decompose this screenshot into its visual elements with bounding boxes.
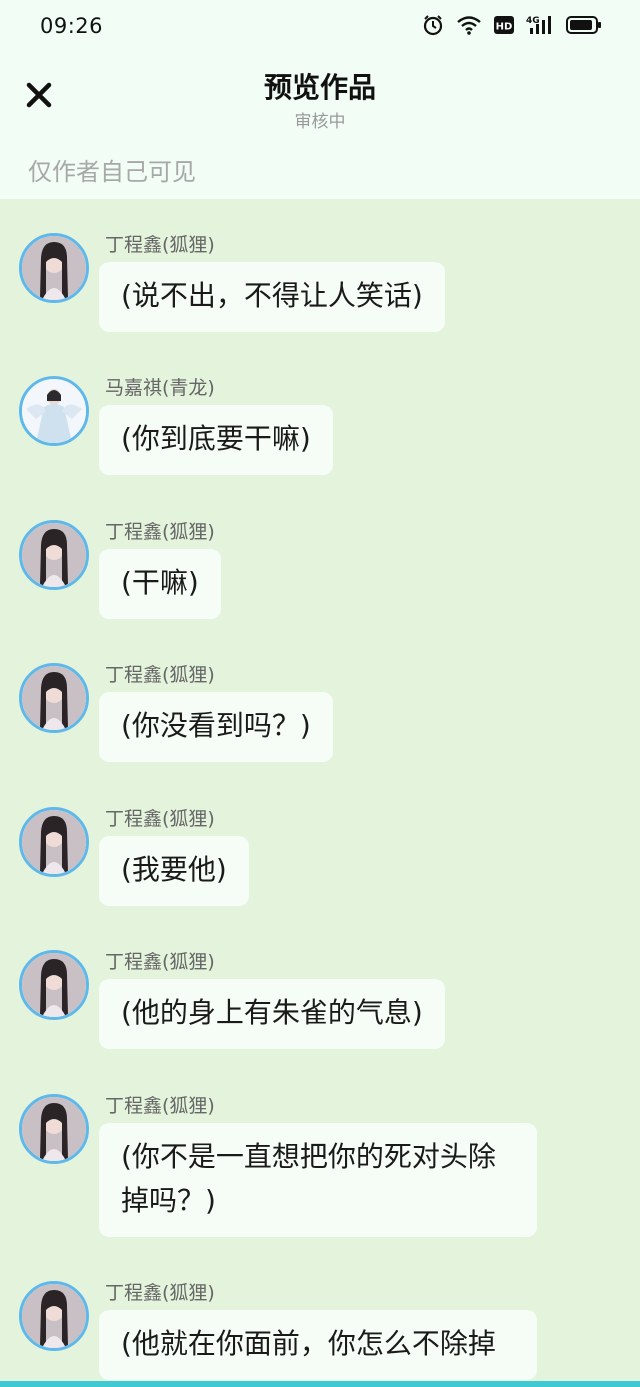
speaker-name: 丁程鑫(狐狸)	[105, 1095, 215, 1117]
alarm-icon	[422, 14, 444, 36]
header: 预览作品 审核中	[0, 56, 640, 144]
avatar-ding[interactable]	[19, 520, 89, 590]
message-bubble[interactable]: (你不是一直想把你的死对头除掉吗？)	[99, 1123, 537, 1237]
speaker-name: 丁程鑫(狐狸)	[105, 808, 215, 830]
message-bubble[interactable]: (他的身上有朱雀的气息)	[99, 979, 445, 1049]
speaker-name: 丁程鑫(狐狸)	[105, 664, 215, 686]
speaker-name: 丁程鑫(狐狸)	[105, 521, 215, 543]
hd-icon: HD	[494, 15, 514, 35]
chat-preview[interactable]: 丁程鑫(狐狸) (说不出，不得让人笑话) 马嘉祺(青龙) (你到底要干嘛) 丁程…	[0, 199, 640, 1387]
message-bubble[interactable]: (他就在你面前，你怎么不除掉	[99, 1310, 537, 1380]
wifi-icon	[456, 14, 482, 36]
speaker-name: 丁程鑫(狐狸)	[105, 1282, 215, 1304]
avatar-ding[interactable]	[19, 1281, 89, 1351]
avatar-ding[interactable]	[19, 233, 89, 303]
battery-icon	[566, 15, 602, 35]
avatar-ding[interactable]	[19, 663, 89, 733]
message-bubble[interactable]: (干嘛)	[99, 549, 221, 619]
page-title: 预览作品	[263, 71, 376, 104]
status-icons: HD 4G	[422, 14, 602, 36]
speaker-name: 丁程鑫(狐狸)	[105, 951, 215, 973]
message-bubble[interactable]: (你到底要干嘛)	[99, 405, 333, 475]
review-status: 审核中	[294, 112, 346, 132]
hd-label: HD	[496, 22, 513, 33]
avatar-ma[interactable]	[19, 376, 89, 446]
avatar-ding[interactable]	[19, 1094, 89, 1164]
avatar-ding[interactable]	[19, 807, 89, 877]
speaker-name: 马嘉祺(青龙)	[105, 377, 215, 399]
speaker-name: 丁程鑫(狐狸)	[105, 234, 215, 256]
status-time: 09:26	[40, 14, 104, 38]
message-bubble[interactable]: (说不出，不得让人笑话)	[99, 262, 445, 332]
signal-4g-icon: 4G	[526, 14, 554, 36]
message-bubble[interactable]: (我要他)	[99, 836, 249, 906]
visibility-note: 仅作者自己可见	[28, 158, 196, 186]
bottom-indicator	[0, 1381, 640, 1387]
message-bubble[interactable]: (你没看到吗？)	[99, 692, 333, 762]
avatar-ding[interactable]	[19, 950, 89, 1020]
status-bar: 09:26 HD 4G	[0, 0, 640, 56]
